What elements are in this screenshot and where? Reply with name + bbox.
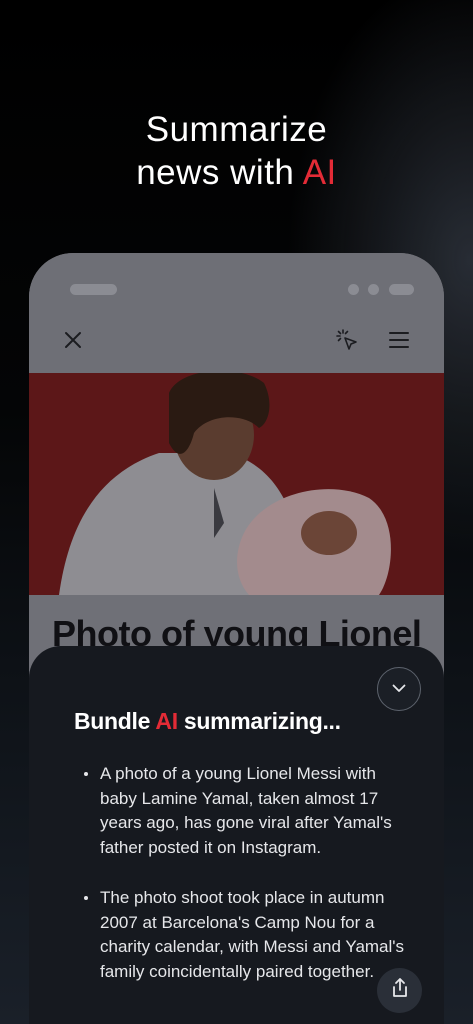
headline-line-2: news with AI	[0, 151, 473, 194]
status-bar-pill	[70, 284, 117, 295]
browser-toolbar	[29, 253, 444, 373]
summary-bullet-list: A photo of a young Lionel Messi with bab…	[82, 762, 412, 1010]
chevron-down-icon	[392, 680, 406, 698]
status-bar-battery	[389, 284, 414, 295]
summary-title-suffix: summarizing...	[177, 708, 341, 734]
summary-title: Bundle AI summarizing...	[74, 708, 341, 735]
summary-bullet: A photo of a young Lionel Messi with bab…	[82, 762, 412, 861]
ai-summary-sheet: Bundle AI summarizing... A photo of a yo…	[29, 646, 444, 1024]
headline-accent: AI	[302, 153, 337, 192]
promo-headline: Summarize news with AI	[0, 108, 473, 194]
summary-title-prefix: Bundle	[74, 708, 156, 734]
collapse-button[interactable]	[377, 667, 421, 711]
menu-icon[interactable]	[385, 326, 413, 354]
summary-bullet: The photo shoot took place in autumn 200…	[82, 886, 412, 985]
status-dot-1	[348, 284, 359, 295]
headline-line-1: Summarize	[145, 110, 328, 149]
cursor-click-icon[interactable]	[333, 326, 361, 354]
status-dot-2	[368, 284, 379, 295]
summary-title-accent: AI	[155, 708, 178, 734]
share-icon	[390, 977, 410, 1004]
share-button[interactable]	[377, 968, 422, 1013]
headline-line-2-prefix: news with	[136, 153, 303, 192]
article-photo	[29, 373, 444, 595]
close-icon[interactable]	[59, 326, 87, 354]
